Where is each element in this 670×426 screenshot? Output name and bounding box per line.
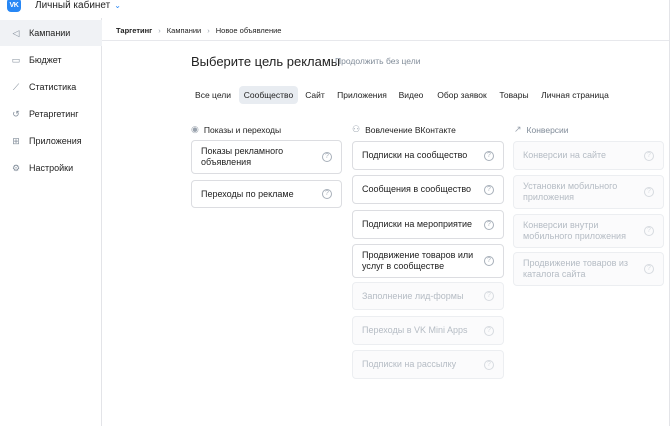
goal-card-label: Подписки на мероприятие: [362, 219, 473, 229]
chevron-down-icon: ⌄: [114, 1, 121, 10]
column-heading-label: Вовлечение ВКонтакте: [365, 124, 456, 135]
sidebar-item-label: Статистика: [29, 82, 77, 92]
goal-card: Установки мобильного приложения?: [513, 175, 664, 209]
sidebar-item-2[interactable]: ⟋ Статистика: [0, 74, 102, 100]
vk-logo[interactable]: VK: [7, 0, 21, 12]
help-icon[interactable]: ?: [322, 152, 332, 162]
goal-card-label: Показы рекламного объявления: [201, 146, 284, 167]
tab-2[interactable]: Сайт: [304, 86, 326, 104]
gear-icon: ⚙: [11, 162, 21, 173]
goal-card-label: Переходы в VK Mini Apps: [362, 325, 468, 335]
tab-3[interactable]: Приложения: [337, 86, 387, 104]
goal-card-label: Продвижение товаров или услуг в сообщест…: [362, 250, 474, 271]
help-icon: ?: [484, 325, 494, 336]
goal-card: Переходы в VK Mini Apps?: [352, 316, 504, 345]
column-heading-2: ↗ Конверсии: [514, 124, 569, 135]
breadcrumb-separator: ›: [207, 26, 210, 35]
column-heading-label: Конверсии: [526, 124, 569, 135]
goal-card[interactable]: Продвижение товаров или услуг в сообщест…: [352, 244, 504, 278]
sidebar-item-3[interactable]: ↺ Ретаргетинг: [0, 101, 102, 127]
goal-card-label: Установки мобильного приложения: [523, 181, 618, 202]
sidebar-item-1[interactable]: ▭ Бюджет: [0, 47, 102, 73]
help-icon: ?: [644, 264, 654, 274]
goal-card: Подписки на рассылку?: [352, 350, 504, 379]
wallet-icon: ▭: [11, 54, 21, 65]
sidebar-item-label: Приложения: [29, 136, 82, 146]
tab-7[interactable]: Личная страница: [541, 86, 609, 104]
goal-card: Конверсии на сайте?: [513, 141, 664, 170]
users-icon: ⚇: [352, 124, 361, 134]
help-icon: ?: [644, 226, 654, 236]
help-icon[interactable]: ?: [484, 219, 494, 230]
goal-card-label: Подписки на рассылку: [362, 359, 457, 369]
goal-card[interactable]: Подписки на мероприятие?: [352, 210, 504, 239]
goal-card-label: Переходы по рекламе: [201, 188, 294, 199]
tab-5[interactable]: Обор заявок: [436, 86, 488, 104]
breadcrumb: Таргетинг › Кампании › Новое объявление: [116, 26, 281, 35]
continue-without-goal-link[interactable]: Продолжить без цели: [335, 56, 420, 66]
breadcrumb-item[interactable]: Кампании: [167, 26, 201, 35]
breadcrumb-divider: [102, 40, 670, 41]
goal-card-label: Продвижение товаров из каталога сайта: [523, 258, 629, 279]
help-icon: ?: [644, 150, 654, 161]
goal-card[interactable]: Сообщения в сообщество?: [352, 175, 504, 204]
column-heading-0: ◉ Показы и переходы: [191, 124, 281, 135]
sidebar-item-label: Кампании: [29, 28, 71, 38]
sidebar-item-label: Бюджет: [29, 55, 62, 65]
goal-card: Конверсии внутри мобильного приложения?: [513, 214, 664, 248]
goal-card-label: Заполнение лид-формы: [362, 290, 464, 301]
column-heading-1: ⚇ Вовлечение ВКонтакте: [352, 124, 456, 135]
page-title: Выберите цель рекламы: [191, 54, 341, 69]
sidebar: ◁ Кампании ▭ Бюджет ⟋ Статистика ↺ Ретаргетинг ⊞…: [0, 18, 102, 426]
goal-card-label: Конверсии внутри мобильного приложения: [523, 220, 626, 241]
tab-0[interactable]: Все цели: [191, 86, 235, 104]
goal-card[interactable]: Переходы по рекламе?: [191, 180, 342, 208]
tab-1[interactable]: Сообщество: [239, 86, 298, 104]
help-icon: ?: [644, 187, 654, 197]
goal-card: Продвижение товаров из каталога сайта?: [513, 252, 664, 286]
apps-icon: ⊞: [12, 135, 20, 146]
account-label: Личный кабинет: [35, 0, 111, 11]
help-icon: ?: [484, 291, 494, 301]
goal-card-label: Конверсии на сайте: [523, 150, 606, 160]
retarget-icon: ↺: [12, 108, 20, 119]
help-icon: ?: [484, 359, 494, 370]
goal-card: Заполнение лид-формы?: [352, 282, 504, 310]
trend-icon: ↗: [514, 124, 522, 134]
help-icon[interactable]: ?: [484, 150, 494, 161]
top-bar: VK Личный кабинет ⌄: [0, 0, 670, 18]
sidebar-item-label: Настройки: [29, 163, 74, 173]
sidebar-item-5[interactable]: ⚙ Настройки: [0, 155, 102, 181]
goal-card-label: Сообщения в сообщество: [362, 184, 472, 194]
sidebar-item-4[interactable]: ⊞ Приложения: [0, 128, 102, 154]
breadcrumb-item: Новое объявление: [215, 26, 282, 35]
help-icon[interactable]: ?: [484, 184, 494, 195]
goal-card-label: Подписки на сообщество: [362, 150, 468, 160]
chart-icon: ⟋: [12, 81, 20, 92]
megaphone-icon: ◁: [12, 27, 20, 38]
breadcrumb-separator: ›: [158, 26, 161, 35]
help-icon[interactable]: ?: [322, 189, 332, 199]
goal-card[interactable]: Подписки на сообщество?: [352, 141, 504, 170]
sidebar-item-0[interactable]: ◁ Кампании: [0, 20, 102, 46]
column-heading-label: Показы и переходы: [203, 124, 282, 135]
tab-4[interactable]: Видео: [398, 86, 424, 104]
goal-card[interactable]: Показы рекламного объявления?: [191, 140, 342, 174]
eye-icon: ◉: [191, 124, 199, 134]
sidebar-item-label: Ретаргетинг: [29, 109, 79, 119]
breadcrumb-item[interactable]: Таргетинг: [116, 26, 152, 35]
tab-6[interactable]: Товары: [498, 86, 530, 104]
help-icon[interactable]: ?: [484, 256, 494, 266]
account-menu[interactable]: Личный кабинет ⌄: [35, 0, 121, 11]
